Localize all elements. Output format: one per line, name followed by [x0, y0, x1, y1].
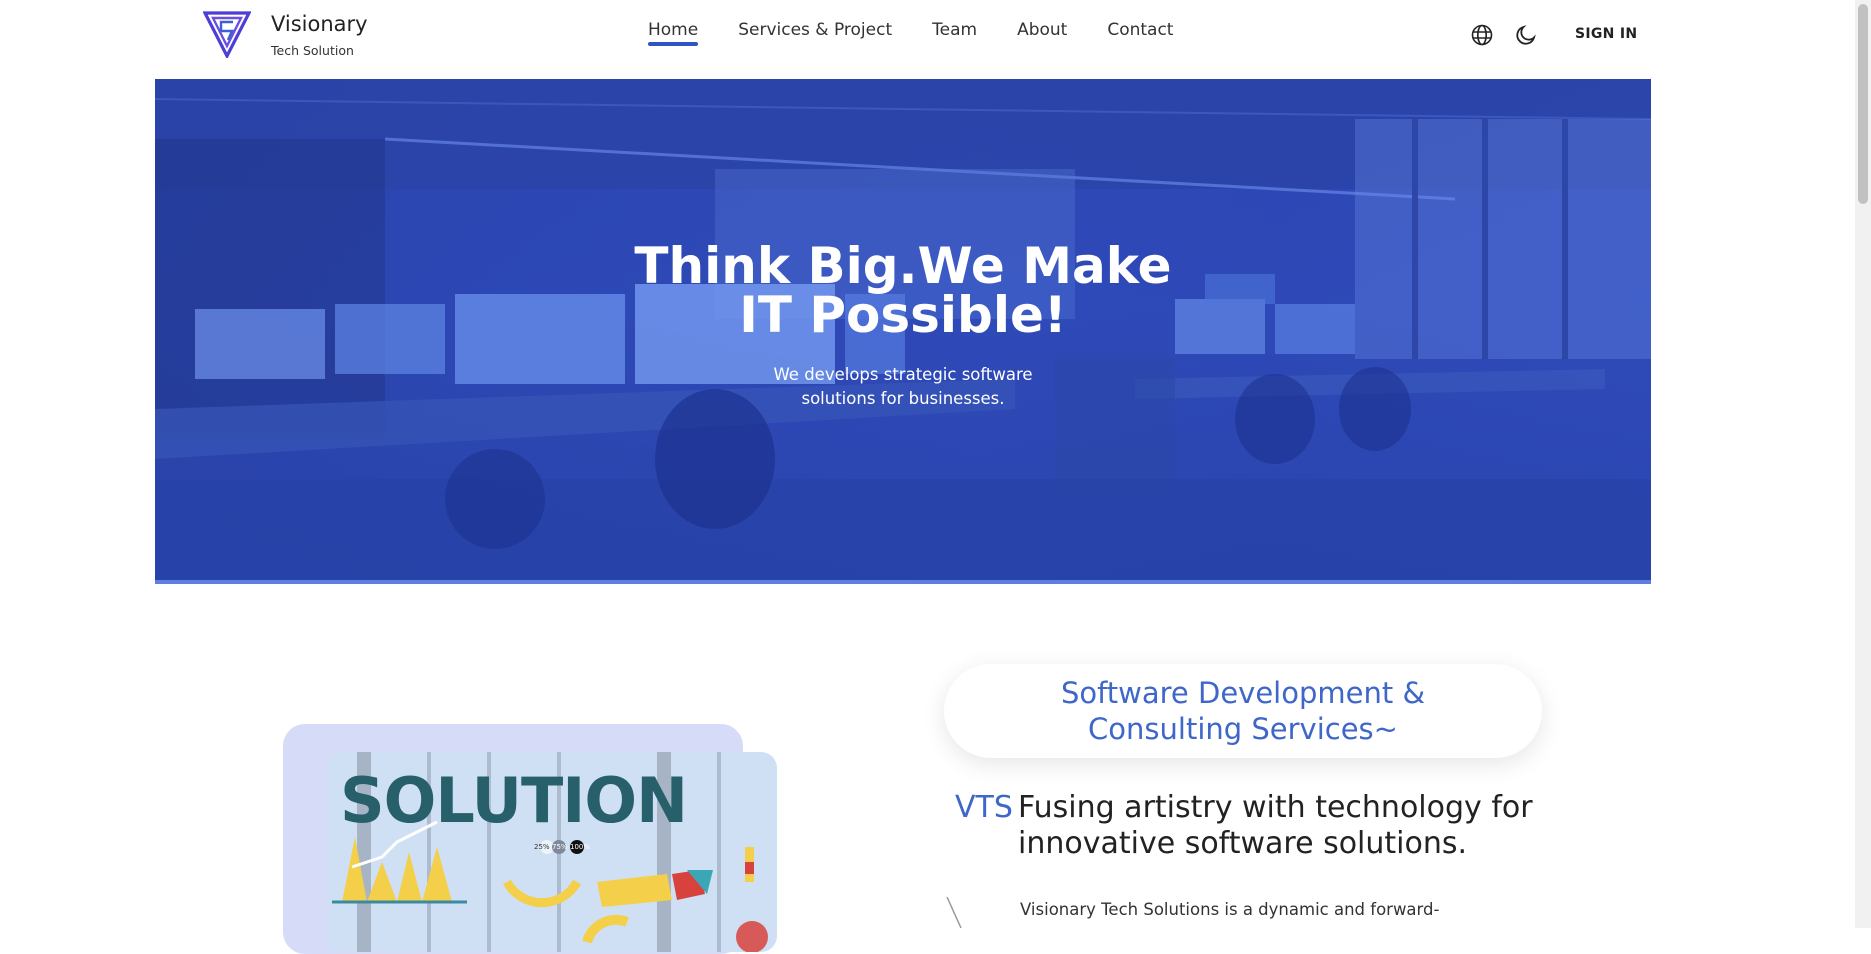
services-pill-heading: Software Development & Consulting Servic… [944, 664, 1542, 758]
main-nav: Home Services & Project Team About Conta… [648, 20, 1213, 46]
pill-line: Software Development & [1060, 676, 1426, 710]
page-scrollbar[interactable] [1855, 0, 1871, 928]
headline-text: Fusing artistry with technology for inno… [1018, 790, 1578, 862]
sign-in-button[interactable]: SIGN IN [1575, 26, 1637, 42]
nav-team[interactable]: Team [932, 20, 977, 46]
hero-divider [155, 580, 1651, 584]
nav-services-project[interactable]: Services & Project [738, 20, 892, 46]
services-headline: VTS Fusing artistry with technology for … [955, 790, 1575, 861]
headline-line: innovative software solutions. [1018, 826, 1468, 861]
hero-subtitle-line: We develops strategic software [773, 365, 1033, 384]
hero-title-line: IT Possible! [739, 286, 1067, 344]
nav-about[interactable]: About [1017, 20, 1067, 46]
moon-icon[interactable] [1514, 23, 1538, 47]
brand-tagline: Tech Solution [271, 43, 354, 58]
hero-title-line: Think Big.We Make [634, 237, 1172, 295]
solution-image-title: SOLUTION [340, 764, 688, 837]
headline-line: Fusing artistry with technology for [1018, 790, 1533, 825]
brand-name[interactable]: Visionary [271, 12, 368, 36]
site-header: Visionary Tech Solution Home Services & … [0, 0, 1855, 70]
hero-subtitle-line: solutions for businesses. [801, 389, 1005, 408]
hero-subtitle: We develops strategic software solutions… [155, 363, 1651, 411]
globe-icon[interactable] [1470, 23, 1494, 47]
decorative-line [946, 897, 962, 928]
vts-abbreviation: VTS [955, 790, 1013, 825]
nav-contact[interactable]: Contact [1107, 20, 1173, 46]
percent-label: 75% [552, 843, 568, 851]
percent-label: 100% [570, 843, 591, 851]
visionary-logo[interactable] [203, 10, 251, 58]
nav-home[interactable]: Home [648, 20, 699, 46]
hero-title: Think Big.We Make IT Possible! [155, 237, 1651, 344]
hero-banner: Think Big.We Make IT Possible! We develo… [155, 79, 1651, 584]
percent-label: 25% [534, 843, 550, 851]
scrollbar-thumb[interactable] [1858, 4, 1868, 204]
services-description: Visionary Tech Solutions is a dynamic an… [1020, 900, 1440, 919]
pill-line: Consulting Services~ [1088, 712, 1398, 746]
